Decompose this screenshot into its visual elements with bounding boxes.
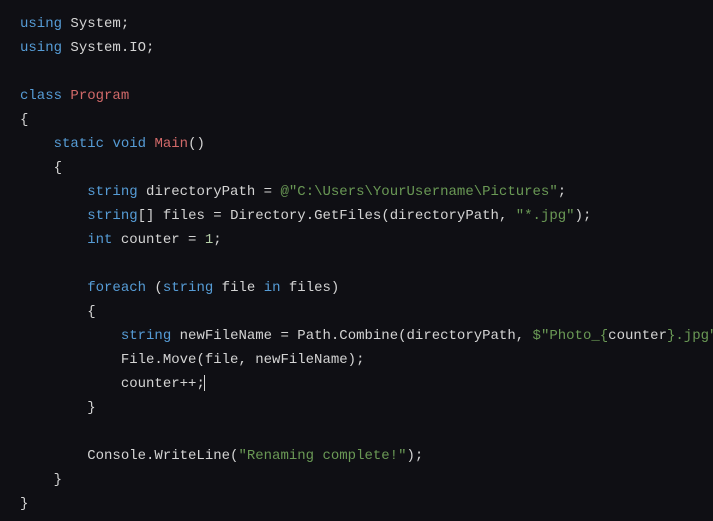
line-2: using System.IO; (20, 40, 154, 56)
equals: = (272, 328, 297, 344)
semicolon: ; (415, 448, 423, 464)
identifier: counter (121, 232, 180, 248)
class-name: Program (70, 88, 129, 104)
line-10: int counter = 1; (87, 232, 221, 248)
close-paren: ) (575, 208, 583, 224)
identifier: newFileName (180, 328, 272, 344)
line-9: string[] files = Directory.GetFiles(dire… (87, 208, 591, 224)
string-literal: "*.jpg" (516, 208, 575, 224)
open-paren: ( (146, 280, 163, 296)
keyword-void: void (112, 136, 146, 152)
dollar-sign: $ (533, 328, 541, 344)
line-8: string directoryPath = @"C:\Users\YourUs… (87, 184, 566, 200)
keyword-class: class (20, 88, 62, 104)
brace-close: } (20, 496, 28, 512)
string-literal: .jpg" (675, 328, 713, 344)
equals: = (180, 232, 205, 248)
semicolon: ; (146, 40, 154, 56)
keyword-using: using (20, 16, 62, 32)
line-16: counter++; (121, 376, 205, 392)
identifier: directoryPath (146, 184, 255, 200)
equals: = (255, 184, 280, 200)
identifier: files (163, 208, 205, 224)
keyword-string: string (163, 280, 213, 296)
keyword-using: using (20, 40, 62, 56)
method-call: Path.Combine(directoryPath, (297, 328, 532, 344)
semicolon: ; (583, 208, 591, 224)
text-cursor (204, 375, 205, 391)
semicolon: ; (121, 16, 129, 32)
statement: counter++ (121, 376, 197, 392)
identifier: System.IO (70, 40, 146, 56)
keyword-string: string (121, 328, 171, 344)
string-literal: "Photo_ (541, 328, 600, 344)
line-19: Console.WriteLine("Renaming complete!"); (87, 448, 423, 464)
line-6: static void Main() (54, 136, 205, 152)
equals: = (205, 208, 230, 224)
line-15: File.Move(file, newFileName); (121, 352, 365, 368)
brace-open: { (20, 112, 28, 128)
semicolon: ; (356, 352, 364, 368)
identifier: files (289, 280, 331, 296)
keyword-int: int (87, 232, 112, 248)
identifier: file (222, 280, 256, 296)
method-name: Main (154, 136, 188, 152)
line-12: foreach (string file in files) (87, 280, 339, 296)
at-sign: @ (280, 184, 288, 200)
keyword-string: string (87, 184, 137, 200)
keyword-foreach: foreach (87, 280, 146, 296)
semicolon: ; (213, 232, 221, 248)
brace-open: { (54, 160, 62, 176)
close-paren: ) (406, 448, 414, 464)
string-literal: "Renaming complete!" (238, 448, 406, 464)
string-literal: "C:\Users\YourUsername\Pictures" (289, 184, 558, 200)
keyword-static: static (54, 136, 104, 152)
keyword-string: string (87, 208, 137, 224)
close-paren: ) (331, 280, 339, 296)
method-call: File.Move(file, newFileName) (121, 352, 356, 368)
identifier: System (70, 16, 120, 32)
brace-close: } (87, 400, 95, 416)
interp-identifier: counter (608, 328, 667, 344)
method-call: Console.WriteLine( (87, 448, 238, 464)
line-14: string newFileName = Path.Combine(direct… (121, 328, 713, 344)
keyword-in: in (264, 280, 281, 296)
code-editor[interactable]: using System; using System.IO; class Pro… (20, 12, 693, 516)
brackets: [] (138, 208, 155, 224)
line-1: using System; (20, 16, 129, 32)
interp-open: { (600, 328, 608, 344)
parens: () (188, 136, 205, 152)
line-4: class Program (20, 88, 129, 104)
semicolon: ; (558, 184, 566, 200)
method-call: Directory.GetFiles(directoryPath, (230, 208, 516, 224)
brace-close: } (54, 472, 62, 488)
brace-open: { (87, 304, 95, 320)
